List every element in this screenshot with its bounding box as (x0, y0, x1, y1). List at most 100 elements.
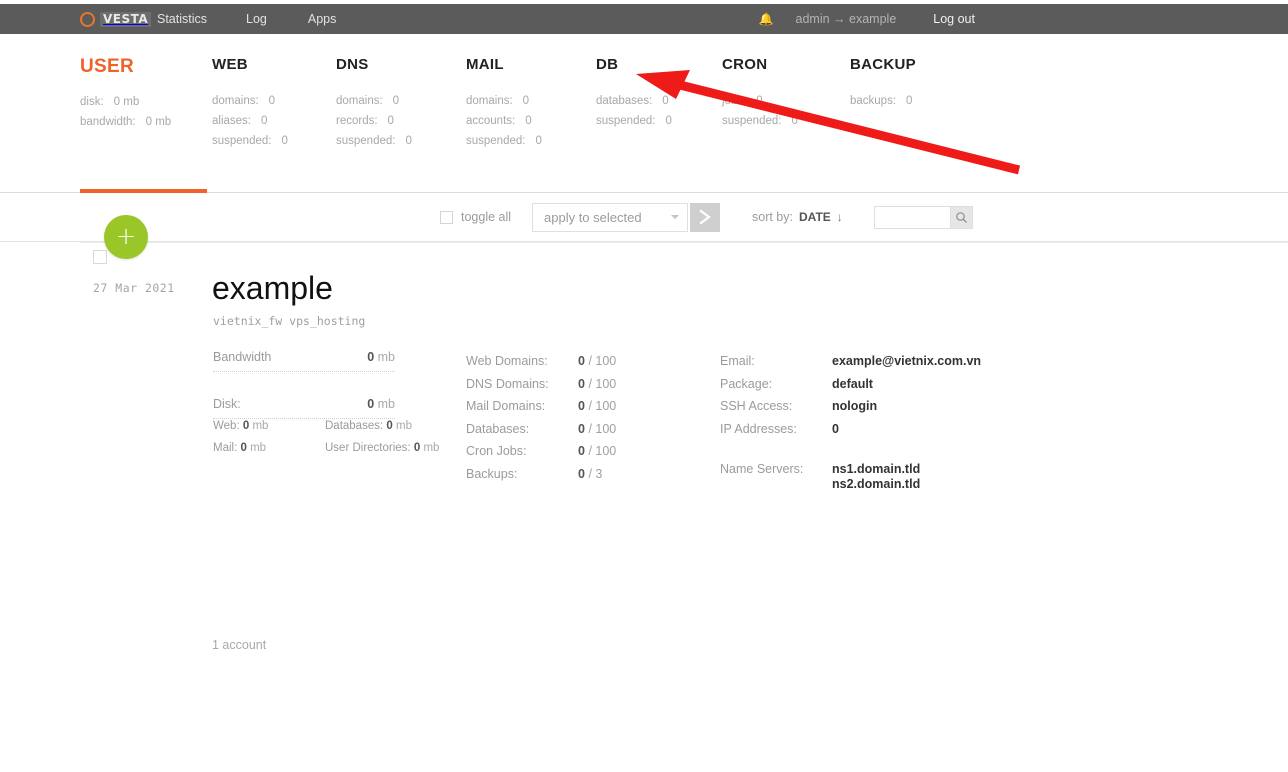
logout-link[interactable]: Log out (933, 12, 975, 26)
stat-value: 0 (281, 135, 288, 147)
info-value: example@vietnix.com.vn (832, 354, 982, 368)
top-navigation-bar: VESTA Statistics Log Apps 🔔 admin → exam… (0, 4, 1288, 34)
add-user-button[interactable]: + (104, 215, 148, 259)
stat-key: disk: (80, 96, 104, 108)
sort-by-value[interactable]: DATE (799, 210, 831, 224)
name-servers-key: Name Servers: (720, 462, 804, 476)
row-select-checkbox[interactable] (93, 250, 107, 264)
chevron-down-icon (671, 215, 679, 219)
disk-value: 0 mb (367, 397, 395, 411)
stat-key: domains: (466, 95, 513, 107)
vesta-logo[interactable]: VESTA (80, 4, 152, 34)
stat-rows-dns: domains: 0 records: 0 suspended: 0 (336, 91, 412, 151)
toggle-all-group[interactable]: toggle all (440, 210, 511, 224)
name-server-1: ns1.domain.tld (832, 462, 921, 476)
apply-go-button[interactable] (690, 202, 720, 232)
counter-value: 0 / 100 (578, 399, 617, 413)
counter-row-backups: Backups: 0 / 3 (466, 463, 616, 486)
counter-value: 0 / 100 (578, 421, 617, 436)
nav-item-apps[interactable]: Apps (308, 12, 337, 26)
stat-value: 0 (387, 115, 394, 127)
chevron-right-icon (699, 209, 711, 225)
disk-divider (213, 418, 395, 419)
stat-title-mail[interactable]: MAIL (466, 56, 542, 73)
counter-value: 0 / 3 (578, 466, 603, 481)
search-input[interactable] (874, 205, 950, 229)
stat-rows-cron: jobs: 0 suspended: 0 (722, 91, 798, 131)
toggle-all-checkbox[interactable] (440, 210, 453, 224)
list-toolbar-wrapper: toggle all apply to selected sort by: DA… (0, 189, 1288, 242)
user-switch-link[interactable]: admin → example (796, 12, 897, 26)
stat-row: disk: 0 mb (80, 92, 171, 112)
stat-row: jobs: 0 (722, 91, 798, 111)
stat-value: 0 (662, 95, 669, 107)
stat-value: 0 (522, 95, 530, 107)
stat-value: 0 (791, 115, 798, 127)
info-row-email: Email: example@vietnix.com.vn (720, 350, 981, 373)
stats-summary-panel: USER disk: 0 mb bandwidth: 0 mb WEB doma… (0, 34, 1288, 192)
disk-userdirs-usage: User Directories: 0 mb (325, 442, 440, 454)
stat-key: suspended: (212, 135, 272, 147)
bell-icon[interactable]: 🔔 (759, 13, 774, 25)
counter-key: Web Domains: (466, 354, 548, 368)
counter-row-cron-jobs: Cron Jobs: 0 / 100 (466, 440, 616, 463)
search-button[interactable] (950, 205, 973, 229)
toggle-all-label: toggle all (461, 210, 512, 224)
nav-item-statistics[interactable]: Statistics (157, 12, 207, 26)
stat-title-user[interactable]: USER (80, 56, 171, 78)
bandwidth-value: 0 mb (367, 350, 395, 364)
stat-rows-backup: backups: 0 (850, 91, 916, 111)
row-date: 27 Mar 2021 (93, 281, 175, 295)
stat-title-web[interactable]: WEB (212, 56, 288, 73)
apply-to-selected-select[interactable]: apply to selected (532, 202, 688, 232)
stat-rows-db: databases: 0 suspended: 0 (596, 91, 672, 131)
stat-key: domains: (336, 95, 383, 107)
list-row-separator (80, 242, 1288, 243)
nav-item-log[interactable]: Log (246, 12, 267, 26)
sort-by-control[interactable]: sort by: DATE ↓ (752, 210, 843, 224)
stat-rows-web: domains: 0 aliases: 0 suspended: 0 (212, 91, 288, 151)
record-title[interactable]: example (212, 268, 333, 308)
stat-rows-user: disk: 0 mb bandwidth: 0 mb (80, 92, 171, 132)
vesta-logo-text: VESTA (100, 11, 152, 27)
disk-row: Disk: 0 mb (213, 397, 395, 411)
stat-key: domains: (212, 95, 259, 107)
stat-row: aliases: 0 (212, 111, 288, 131)
account-count-footer: 1 account (212, 638, 267, 652)
stat-value: 0 (665, 115, 672, 127)
stat-key: databases: (596, 95, 653, 107)
stat-value: 0 mb (113, 96, 140, 108)
stat-title-dns[interactable]: DNS (336, 56, 412, 73)
stat-row: records: 0 (336, 111, 412, 131)
stat-row: suspended: 0 (722, 111, 798, 131)
stat-title-backup[interactable]: BACKUP (850, 56, 916, 73)
stat-key: suspended: (722, 115, 782, 127)
stat-column-cron: CRON jobs: 0 suspended: 0 (722, 56, 798, 131)
stat-rows-mail: domains: 0 accounts: 0 suspended: 0 (466, 91, 542, 151)
sort-by-label: sort by: (752, 210, 793, 224)
sort-direction-icon[interactable]: ↓ (837, 210, 843, 224)
plus-icon: + (115, 221, 137, 250)
stat-key: backups: (850, 95, 897, 107)
counters-block: Web Domains: 0 / 100 DNS Domains: 0 / 10… (466, 350, 616, 485)
info-key: SSH Access: (720, 399, 793, 413)
stat-value: 0 (392, 95, 400, 107)
vesta-ring-icon (80, 11, 95, 27)
stat-value: 0 (525, 115, 532, 127)
stat-title-db[interactable]: DB (596, 56, 672, 73)
stat-value: 0 (405, 135, 412, 147)
stat-column-web: WEB domains: 0 aliases: 0 suspended: 0 (212, 56, 288, 151)
disk-databases-usage: Databases: 0 mb (325, 420, 412, 432)
info-value: nologin (832, 399, 878, 413)
stat-key: jobs: (722, 95, 747, 107)
stat-value: 0 (906, 95, 913, 107)
stat-row: suspended: 0 (336, 131, 412, 151)
disk-label: Disk: (213, 397, 241, 411)
name-servers-values: ns1.domain.tld ns2.domain.tld (832, 462, 920, 491)
counter-key: Cron Jobs: (466, 444, 527, 458)
counter-key: DNS Domains: (466, 376, 549, 391)
stat-key: suspended: (596, 115, 656, 127)
list-toolbar: toggle all apply to selected sort by: DA… (0, 193, 1288, 242)
stat-title-cron[interactable]: CRON (722, 56, 798, 73)
stat-value: 0 (535, 135, 542, 147)
